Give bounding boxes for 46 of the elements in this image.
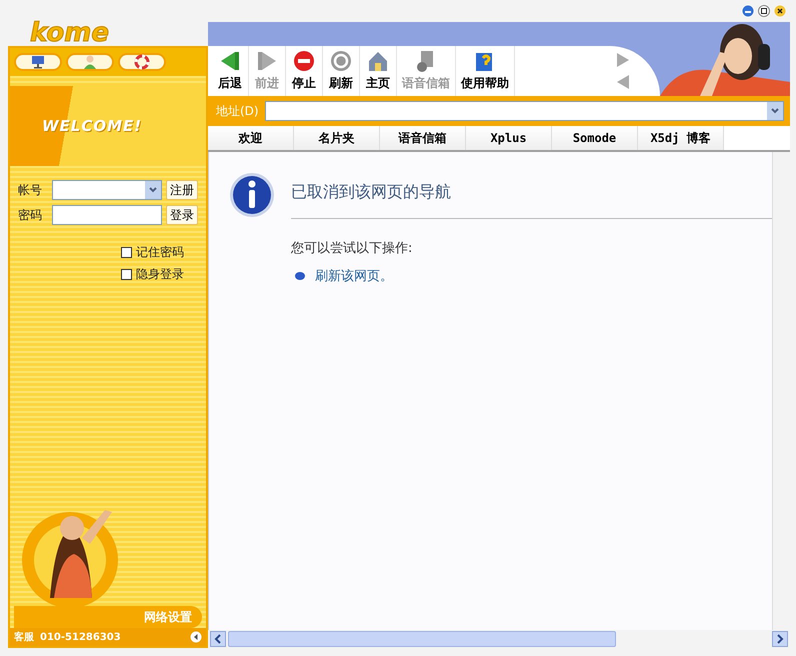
address-label: 地址(D): [216, 103, 259, 120]
phone-number: 010-51286303: [40, 630, 121, 644]
info-icon: [229, 172, 275, 218]
tab[interactable]: Somode: [552, 126, 638, 150]
side-tab[interactable]: [118, 53, 166, 71]
option-label: 隐身登录: [136, 266, 184, 283]
account-field[interactable]: [52, 180, 162, 200]
checkbox[interactable]: [121, 268, 132, 280]
dropdown-icon[interactable]: [771, 108, 779, 114]
toolbar-button[interactable]: 刷新: [323, 46, 360, 96]
tab[interactable]: 语音信箱: [380, 126, 466, 150]
address-field[interactable]: [264, 101, 784, 121]
bullet-icon: [295, 272, 305, 280]
page-heading: 已取消到该网页的导航: [291, 172, 772, 219]
tab[interactable]: Xplus: [466, 126, 552, 150]
hint-text: 您可以尝试以下操作:: [291, 240, 414, 258]
tab[interactable]: 名片夹: [294, 126, 380, 150]
register-button[interactable]: 注册: [166, 180, 198, 200]
chevron-left-icon: [214, 634, 222, 644]
tab[interactable]: X5dj 博客: [638, 126, 724, 150]
scroll-left-button[interactable]: [210, 631, 226, 647]
dropdown-icon[interactable]: [149, 187, 157, 193]
welcome-text: WELCOME!: [42, 117, 142, 135]
refresh-link[interactable]: 刷新该网页。: [315, 266, 393, 286]
checkbox[interactable]: [121, 246, 132, 258]
service-label: 客服: [14, 630, 34, 644]
logo: kome: [30, 20, 109, 46]
collapse-icon[interactable]: [190, 631, 202, 643]
close-icon[interactable]: [774, 5, 786, 17]
option-label: 记住密码: [136, 244, 184, 261]
chevron-right-icon: [776, 634, 784, 644]
horizontal-scrollbar[interactable]: [208, 630, 790, 648]
password-label: 密码: [18, 207, 43, 224]
maximize-icon[interactable]: [758, 5, 770, 17]
scroll-right-button[interactable]: [772, 631, 788, 647]
side-tab[interactable]: [14, 53, 62, 71]
vertical-scrollbar[interactable]: [772, 152, 790, 630]
minimize-icon[interactable]: [742, 5, 754, 17]
lifebuoy-icon: [133, 54, 151, 70]
login-button[interactable]: 登录: [166, 205, 198, 225]
password-field[interactable]: [52, 205, 162, 225]
toolbar-button[interactable]: 停止: [286, 46, 323, 96]
person-icon: [81, 54, 99, 70]
monitor-icon: [29, 54, 47, 70]
account-label: 帐号: [18, 182, 43, 199]
tab[interactable]: 欢迎: [208, 126, 294, 150]
